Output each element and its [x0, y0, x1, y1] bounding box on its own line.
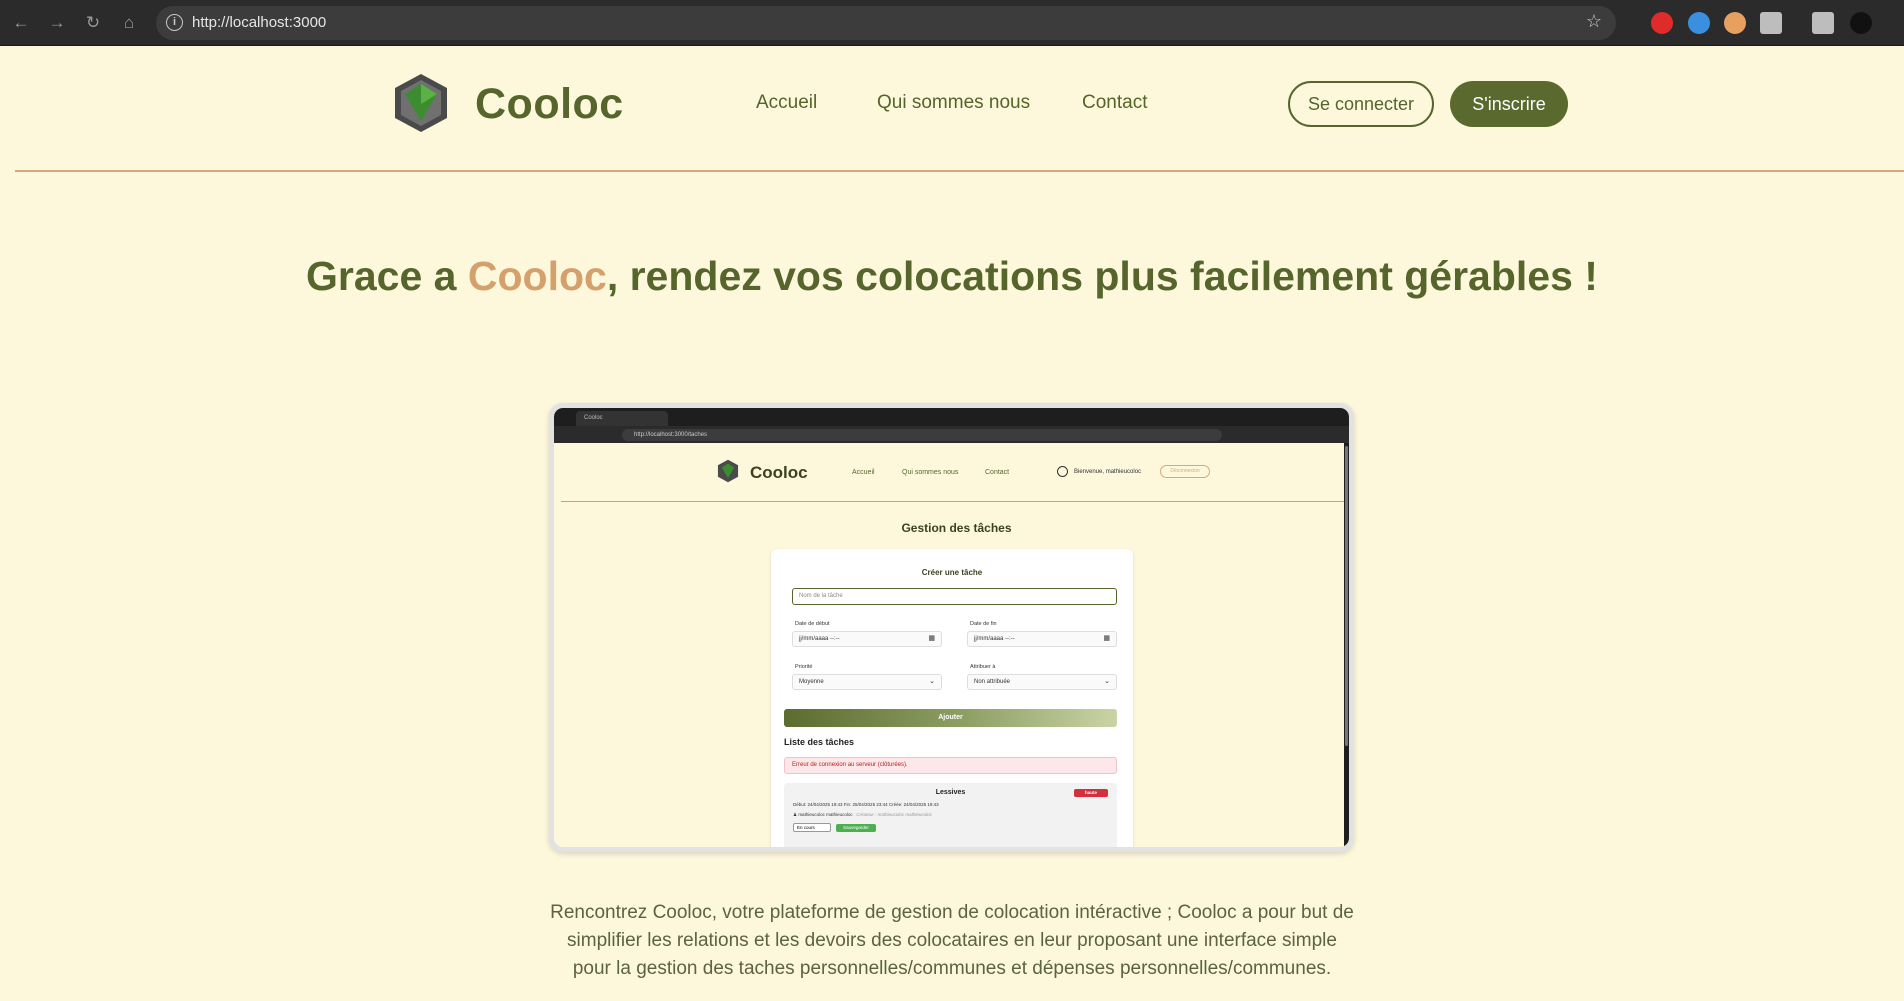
nav-accueil[interactable]: Accueil: [756, 92, 817, 114]
preview-assignee: mathieucoloc mathieucoloc: [798, 812, 853, 817]
address-bar[interactable]: i http://localhost:3000 ☆: [156, 6, 1616, 40]
preview-priority-value: Moyenne: [799, 679, 824, 685]
browser-toolbar: ← → ↻ ⌂ i http://localhost:3000 ☆: [0, 0, 1904, 46]
preview-page-title: Gestion des tâches: [901, 521, 1012, 535]
forward-icon[interactable]: →: [44, 10, 70, 36]
preview-start-label: Date de début: [795, 621, 830, 627]
brand-name[interactable]: Cooloc: [475, 80, 624, 129]
calendar-icon: ▦: [1103, 635, 1110, 642]
header-divider: [15, 170, 1904, 172]
preview-task-name-input: Nom de la tâche: [792, 588, 1117, 605]
chevron-down-icon: ⌄: [1104, 678, 1110, 685]
preview-end-label: Date de fin: [970, 621, 997, 627]
preview-user-icon: [1057, 466, 1068, 477]
preview-url: http://localhost:3000/taches: [622, 429, 1222, 441]
back-icon[interactable]: ←: [8, 10, 34, 36]
preview-logout: Déconnexion: [1160, 465, 1210, 478]
nav-contact[interactable]: Contact: [1082, 92, 1147, 114]
preview-end-value: jj/mm/aaaa --:--: [974, 636, 1015, 642]
hero-title-accent: Cooloc: [467, 253, 607, 299]
extensions-puzzle-icon[interactable]: [1760, 12, 1782, 34]
preview-nav-qui: Qui sommes nous: [902, 469, 959, 476]
preview-add-button: Ajouter: [784, 709, 1117, 727]
preview-task-card: Créer une tâche Nom de la tâche Date de …: [771, 549, 1133, 847]
preview-priority-label: Priorité: [795, 664, 813, 670]
profile-avatar-icon[interactable]: [1850, 12, 1872, 34]
preview-assign-select: Non attribuée ⌄: [967, 674, 1117, 690]
preview-task-name: Lessives: [935, 789, 966, 796]
preview-assign-value: Non attribuée: [974, 679, 1011, 685]
preview-form-title: Créer une tâche: [921, 568, 983, 577]
preview-assign-label: Attribuer à: [970, 664, 996, 670]
preview-nav-contact: Contact: [985, 469, 1010, 476]
reload-icon[interactable]: ↻: [80, 10, 106, 36]
preview-divider: [561, 501, 1349, 502]
preview-start-value: jj/mm/aaaa --:--: [799, 636, 840, 642]
bookmark-star-icon[interactable]: ☆: [1586, 11, 1602, 32]
preview-brand: Cooloc: [750, 463, 808, 482]
preview-scrollbar-thumb: [1345, 446, 1348, 746]
home-icon[interactable]: ⌂: [116, 10, 142, 36]
cooloc-logo-icon[interactable]: [393, 72, 449, 134]
preview-tab: Cooloc: [576, 411, 668, 426]
extension-icon-1[interactable]: [1651, 12, 1673, 34]
address-url[interactable]: http://localhost:3000: [192, 14, 326, 31]
extension-icon-2[interactable]: [1688, 12, 1710, 34]
preview-end-field: jj/mm/aaaa --:-- ▦: [967, 631, 1117, 647]
media-control-icon[interactable]: [1812, 12, 1834, 34]
preview-logo-icon: [717, 459, 739, 483]
hero-title: Grace a Cooloc, rendez vos colocations p…: [300, 250, 1604, 302]
preview-status-select: En cours: [793, 823, 831, 832]
extension-icon-3[interactable]: [1724, 12, 1746, 34]
preview-task-item: Lessives haute Début: 24/04/2025 19:43 F…: [784, 783, 1117, 847]
person-icon: ♟: [793, 812, 798, 817]
preview-nav-accueil: Accueil: [852, 469, 875, 476]
preview-error-message: Erreur de connexion au serveur (clôturée…: [784, 757, 1117, 774]
preview-tab-strip: [554, 408, 1349, 426]
app-preview-screenshot: Cooloc http://localhost:3000/taches Cool…: [549, 403, 1354, 852]
preview-start-field: jj/mm/aaaa --:-- ▦: [792, 631, 942, 647]
login-button[interactable]: Se connecter: [1288, 81, 1434, 127]
hero-title-suffix: , rendez vos colocations plus facilement…: [606, 253, 1598, 299]
intro-description: Rencontrez Cooloc, votre plateforme de g…: [550, 902, 1354, 979]
site-info-icon[interactable]: i: [166, 14, 183, 31]
preview-save-button: Sauvegarder: [836, 824, 876, 832]
chevron-down-icon: ⌄: [929, 678, 935, 685]
nav-qui-sommes-nous[interactable]: Qui sommes nous: [877, 92, 1030, 114]
preview-task-assign: ♟ mathieucoloc mathieucoloc Créateur : m…: [793, 812, 932, 818]
preview-priority-select: Moyenne ⌄: [792, 674, 942, 690]
preview-creator: Créateur : mathieucoloc mathieucoloc: [856, 812, 932, 817]
preview-priority-badge: haute: [1074, 789, 1108, 797]
signup-button[interactable]: S'inscrire: [1450, 81, 1568, 127]
hero-title-prefix: Grace a: [306, 253, 468, 299]
preview-list-title: Liste des tâches: [784, 737, 855, 747]
calendar-icon: ▦: [928, 635, 935, 642]
preview-welcome: Bienvenue, mathieucoloc: [1074, 469, 1142, 475]
preview-task-dates: Début: 24/04/2025 19:43 Fin: 25/04/2025 …: [793, 802, 939, 807]
